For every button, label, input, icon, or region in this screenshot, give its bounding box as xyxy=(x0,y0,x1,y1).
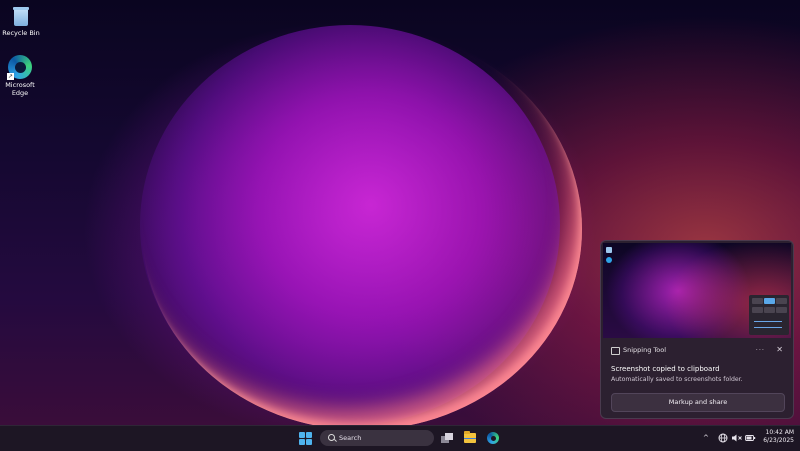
taskbar-clock[interactable]: 10:42 AM 6/23/2025 xyxy=(758,429,794,445)
search-icon xyxy=(328,434,335,441)
preview-quick-settings xyxy=(749,295,789,335)
shortcut-arrow-icon: ↗ xyxy=(7,73,14,80)
preview-recycle-icon xyxy=(606,247,612,253)
preview-edge-icon xyxy=(606,257,612,263)
desktop-icon-label: Recycle Bin xyxy=(2,29,40,37)
clock-time: 10:42 AM xyxy=(765,429,794,436)
more-options-button[interactable]: ··· xyxy=(756,344,765,356)
wallpaper-bloom-rim xyxy=(142,28,582,425)
battery-icon[interactable] xyxy=(745,426,756,451)
desktop-icon-recycle-bin[interactable]: Recycle Bin xyxy=(1,5,41,38)
desktop-icon-microsoft-edge[interactable]: ↗ Microsoft Edge xyxy=(0,55,40,97)
network-globe-icon[interactable] xyxy=(718,426,728,451)
edge-icon: ↗ xyxy=(7,55,32,80)
speaker-muted-icon[interactable] xyxy=(731,426,742,451)
notification-header: Snipping Tool ··· ✕ xyxy=(609,344,785,356)
taskbar-search[interactable]: Search xyxy=(320,430,434,446)
file-explorer-icon[interactable] xyxy=(464,431,476,443)
recycle-bin-icon xyxy=(11,5,31,27)
task-view-icon[interactable] xyxy=(441,433,453,443)
search-label: Search xyxy=(339,434,362,442)
start-button[interactable] xyxy=(299,432,312,445)
notification-app-name: Snipping Tool xyxy=(623,346,667,354)
snipping-tool-notification[interactable]: Snipping Tool ··· ✕ Screenshot copied to… xyxy=(600,240,794,419)
markup-and-share-button[interactable]: Markup and share xyxy=(611,393,785,412)
desktop-icon-label: Microsoft Edge xyxy=(5,81,35,97)
taskbar-edge-icon[interactable] xyxy=(487,432,499,444)
snipping-tool-icon xyxy=(611,347,620,355)
notification-body: Automatically saved to screenshots folde… xyxy=(611,376,743,383)
clock-date: 6/23/2025 xyxy=(763,437,794,444)
windows-logo-icon xyxy=(299,432,305,438)
show-hidden-icons-button[interactable]: ^ xyxy=(703,426,709,451)
notification-title: Screenshot copied to clipboard xyxy=(611,365,720,373)
taskbar: Search ^ 10:42 AM 6/23/2025 xyxy=(0,425,800,451)
screenshot-preview[interactable] xyxy=(603,243,791,338)
close-icon[interactable]: ✕ xyxy=(776,344,783,356)
